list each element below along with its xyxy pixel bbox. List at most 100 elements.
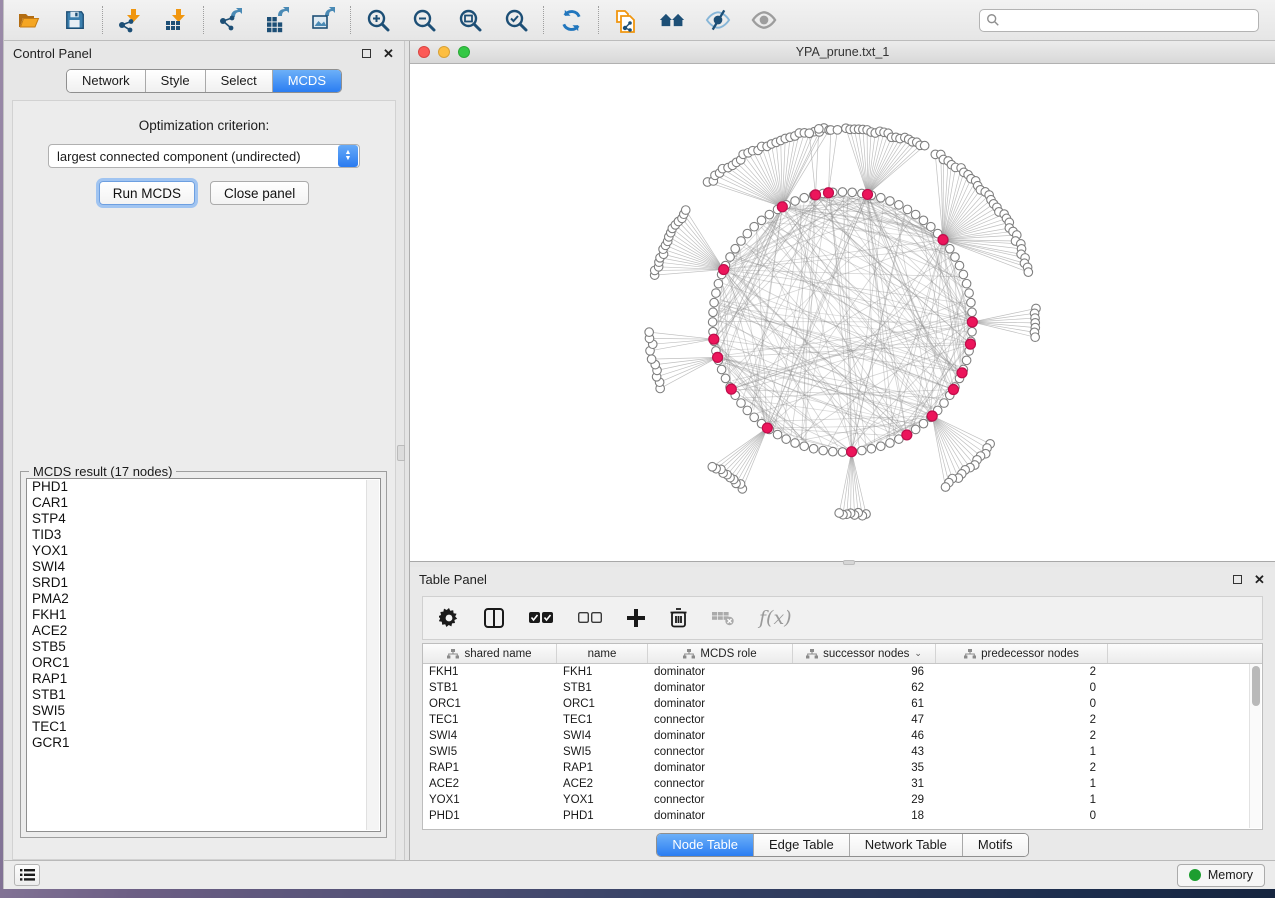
- network-node[interactable]: [731, 244, 740, 253]
- search-field[interactable]: [979, 9, 1259, 32]
- double-home-button[interactable]: [659, 7, 685, 33]
- mcds-hub-node[interactable]: [948, 385, 958, 395]
- zoom-fit-button[interactable]: [457, 7, 483, 33]
- network-node[interactable]: [809, 444, 818, 453]
- tab-network[interactable]: Network: [67, 70, 145, 92]
- table-row[interactable]: ORC1ORC1dominator610: [423, 696, 1249, 712]
- zoom-out-button[interactable]: [411, 7, 437, 33]
- column-header-name[interactable]: name: [557, 644, 648, 663]
- network-node[interactable]: [911, 425, 920, 434]
- network-node[interactable]: [911, 210, 920, 219]
- network-node[interactable]: [876, 442, 885, 451]
- mcds-hub-node[interactable]: [823, 188, 833, 198]
- hide-selected-button[interactable]: [705, 7, 731, 33]
- import-table-button[interactable]: [163, 7, 189, 33]
- splitter-grip[interactable]: [397, 445, 405, 461]
- column-header-shared-name[interactable]: shared name: [423, 644, 557, 663]
- leaf-node[interactable]: [708, 462, 717, 471]
- leaf-node[interactable]: [1031, 333, 1040, 342]
- mcds-hub-node[interactable]: [957, 368, 967, 378]
- network-node[interactable]: [876, 193, 885, 202]
- leaf-node[interactable]: [645, 328, 654, 337]
- mcds-hub-node[interactable]: [777, 202, 787, 212]
- open-file-button[interactable]: [16, 7, 42, 33]
- delete-column-button[interactable]: [670, 608, 687, 628]
- network-node[interactable]: [903, 205, 912, 214]
- export-image-button[interactable]: [310, 7, 336, 33]
- tab-motifs[interactable]: Motifs: [962, 834, 1028, 856]
- network-node[interactable]: [710, 298, 719, 307]
- network-node[interactable]: [819, 446, 828, 455]
- network-node[interactable]: [757, 216, 766, 225]
- mcds-hub-node[interactable]: [847, 447, 857, 457]
- mcds-node-item[interactable]: SWI4: [27, 559, 380, 575]
- mcds-result-list[interactable]: PHD1CAR1STP4TID3YOX1SWI4SRD1PMA2FKH1ACE2…: [26, 478, 381, 832]
- network-node[interactable]: [919, 216, 928, 225]
- network-node[interactable]: [895, 201, 904, 210]
- network-node[interactable]: [962, 356, 971, 365]
- mcds-hub-node[interactable]: [762, 423, 772, 433]
- network-node[interactable]: [967, 298, 976, 307]
- mcds-node-item[interactable]: TEC1: [27, 719, 380, 735]
- leaf-node[interactable]: [647, 355, 656, 364]
- leaf-node[interactable]: [805, 129, 814, 138]
- network-node[interactable]: [791, 197, 800, 206]
- table-row[interactable]: SWI4SWI4dominator462: [423, 728, 1249, 744]
- result-scrollbar[interactable]: [366, 480, 379, 830]
- network-node[interactable]: [945, 244, 954, 253]
- network-node[interactable]: [829, 447, 838, 456]
- table-row[interactable]: SWI5SWI5connector431: [423, 744, 1249, 760]
- network-node[interactable]: [848, 188, 857, 197]
- window-maximize-button[interactable]: [458, 46, 470, 58]
- network-node[interactable]: [782, 435, 791, 444]
- mcds-node-item[interactable]: YOX1: [27, 543, 380, 559]
- tab-mcds[interactable]: MCDS: [272, 70, 341, 92]
- network-node[interactable]: [708, 318, 717, 327]
- add-column-button[interactable]: [627, 609, 645, 627]
- close-panel-button[interactable]: Close panel: [210, 181, 309, 205]
- save-session-button[interactable]: [62, 7, 88, 33]
- mcds-hub-node[interactable]: [967, 317, 977, 327]
- mcds-node-item[interactable]: STP4: [27, 511, 380, 527]
- table-row[interactable]: RAP1RAP1dominator352: [423, 760, 1249, 776]
- window-close-button[interactable]: [418, 46, 430, 58]
- network-canvas[interactable]: [410, 64, 1275, 561]
- mcds-node-item[interactable]: GCR1: [27, 735, 380, 751]
- network-node[interactable]: [791, 439, 800, 448]
- tab-style[interactable]: Style: [145, 70, 205, 92]
- network-node[interactable]: [886, 197, 895, 206]
- import-network-button[interactable]: [117, 7, 143, 33]
- network-node[interactable]: [968, 327, 977, 336]
- select-all-rows-button[interactable]: [529, 611, 553, 625]
- column-header-MCDS-role[interactable]: MCDS role: [648, 644, 793, 663]
- network-window-titlebar[interactable]: YPA_prune.txt_1: [410, 41, 1275, 64]
- memory-button[interactable]: Memory: [1177, 864, 1265, 887]
- tab-network-table[interactable]: Network Table: [849, 834, 962, 856]
- splitter-grip[interactable]: [843, 560, 855, 565]
- float-panel-icon[interactable]: [1231, 573, 1244, 586]
- column-header-predecessor-nodes[interactable]: predecessor nodes: [936, 644, 1108, 663]
- network-node[interactable]: [838, 448, 847, 457]
- network-node[interactable]: [709, 308, 718, 317]
- table-settings-button[interactable]: [439, 608, 459, 628]
- network-node[interactable]: [750, 413, 759, 422]
- network-node[interactable]: [940, 399, 949, 408]
- apply-layout-button[interactable]: [558, 7, 584, 33]
- leaf-node[interactable]: [920, 141, 929, 150]
- network-node[interactable]: [737, 399, 746, 408]
- network-node[interactable]: [838, 188, 847, 197]
- mcds-node-item[interactable]: STB5: [27, 639, 380, 655]
- function-builder-button[interactable]: f(x): [759, 607, 792, 629]
- show-columns-button[interactable]: [484, 608, 504, 628]
- network-node[interactable]: [737, 237, 746, 246]
- network-node[interactable]: [965, 289, 974, 298]
- delete-table-button[interactable]: [712, 610, 734, 626]
- network-node[interactable]: [750, 222, 759, 231]
- table-row[interactable]: YOX1YOX1connector291: [423, 792, 1249, 808]
- network-node[interactable]: [858, 446, 867, 455]
- mcds-hub-node[interactable]: [811, 190, 821, 200]
- network-node[interactable]: [962, 279, 971, 288]
- run-mcds-button[interactable]: Run MCDS: [99, 181, 195, 205]
- export-network-button[interactable]: [218, 7, 244, 33]
- mcds-hub-node[interactable]: [713, 352, 723, 362]
